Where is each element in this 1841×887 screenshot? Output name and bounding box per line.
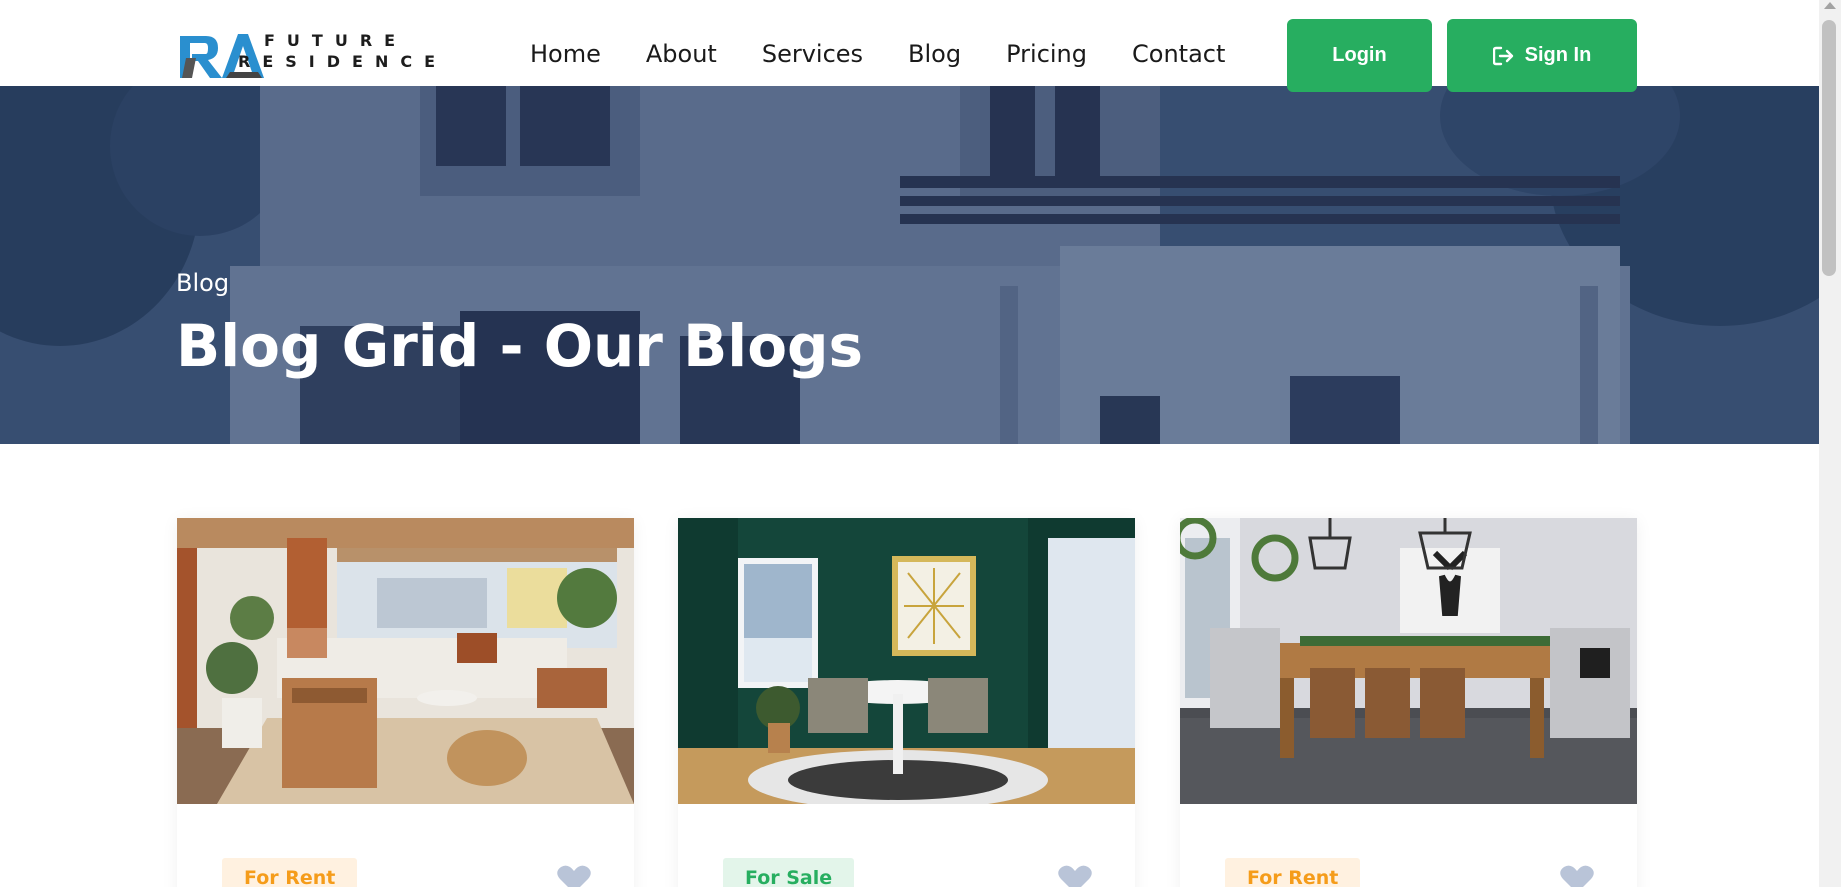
status-badge-label: For Rent <box>244 867 336 887</box>
logo-word-line1: FUTURE <box>264 31 408 50</box>
nav-item-services[interactable]: Services <box>762 40 863 68</box>
page-scrollbar[interactable] <box>1819 0 1841 887</box>
nav-item-home[interactable]: Home <box>530 40 601 68</box>
site-header: FUTURE RESIDENCE Home About Services Blo… <box>0 0 1819 92</box>
status-badge-label: For Sale <box>745 867 833 887</box>
nav-item-contact[interactable]: Contact <box>1132 40 1225 68</box>
sign-in-icon <box>1492 46 1513 65</box>
blog-card[interactable]: For Rent <box>1180 518 1637 887</box>
status-badge: For Rent <box>1225 858 1361 887</box>
brand-logo[interactable]: FUTURE RESIDENCE <box>178 28 438 82</box>
page-title: Blog Grid - Our Blogs <box>176 312 864 380</box>
green-dining-nook-photo <box>678 518 1135 804</box>
status-badge: For Rent <box>222 858 358 887</box>
heart-icon[interactable] <box>557 864 591 887</box>
card-image[interactable] <box>1180 518 1637 804</box>
heart-icon[interactable] <box>1560 864 1594 887</box>
blog-card[interactable]: For Rent <box>177 518 634 887</box>
nav-item-about[interactable]: About <box>646 40 717 68</box>
card-image[interactable] <box>177 518 634 804</box>
login-button-label: Login <box>1332 44 1387 66</box>
hero-overlay <box>0 86 1819 444</box>
scrollbar-thumb[interactable] <box>1822 20 1836 276</box>
heart-icon[interactable] <box>1058 864 1092 887</box>
card-image[interactable] <box>678 518 1135 804</box>
blog-card[interactable]: For Sale <box>678 518 1135 887</box>
sign-in-button-label: Sign In <box>1524 44 1592 66</box>
breadcrumb[interactable]: Blog <box>176 269 229 297</box>
logo-word-line2: RESIDENCE <box>238 52 447 71</box>
main-nav: Home About Services Blog Pricing Contact <box>530 40 1225 68</box>
status-badge-label: For Rent <box>1247 867 1339 887</box>
scroll-up-arrow-icon[interactable] <box>1824 2 1836 9</box>
page: FUTURE RESIDENCE Home About Services Blo… <box>0 0 1841 887</box>
login-button[interactable]: Login <box>1287 19 1432 92</box>
status-badge: For Sale <box>723 858 855 887</box>
nav-item-blog[interactable]: Blog <box>908 40 961 68</box>
rustic-dining-room-photo <box>1180 518 1637 804</box>
sign-in-button[interactable]: Sign In <box>1447 19 1637 92</box>
nav-item-pricing[interactable]: Pricing <box>1006 40 1087 68</box>
living-room-photo <box>177 518 634 804</box>
hero-banner: Blog Blog Grid - Our Blogs <box>0 86 1819 444</box>
